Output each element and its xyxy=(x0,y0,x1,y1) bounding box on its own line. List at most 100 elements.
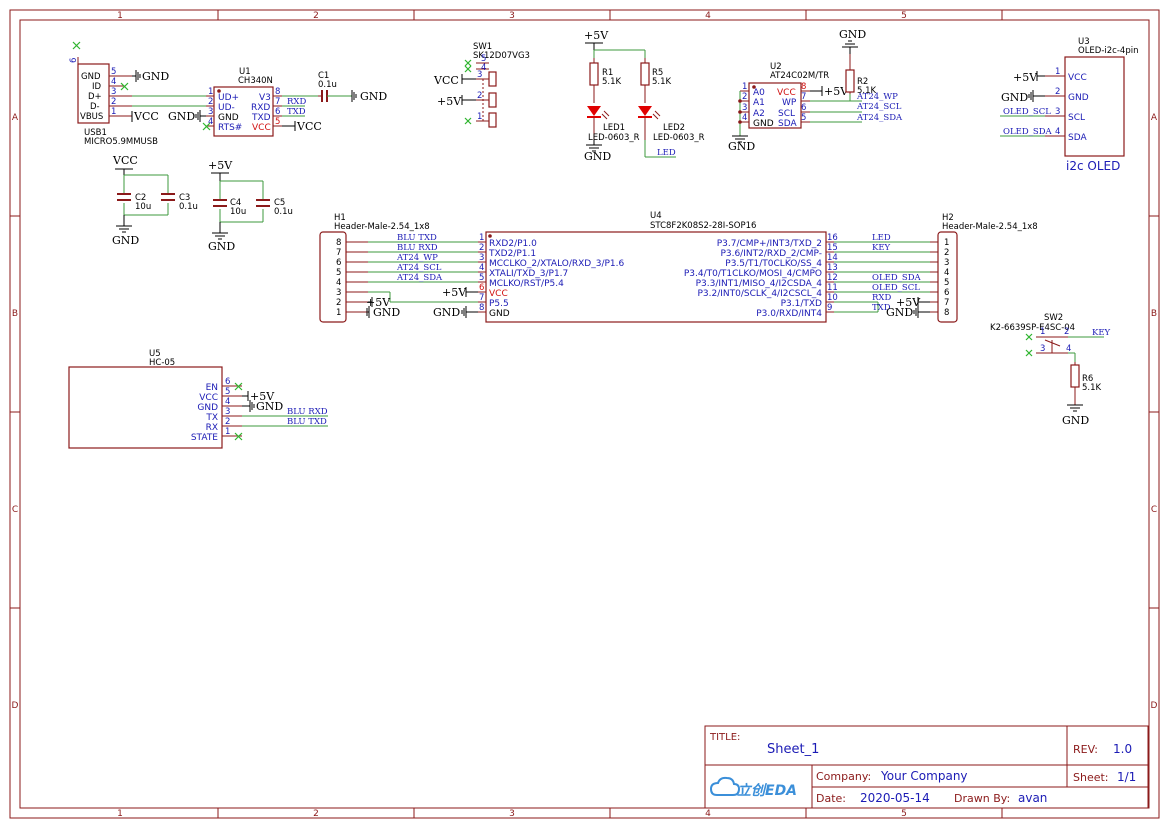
h2-header[interactable]: H2 Header-Male-2.54_1x8 1 2 3 4 5 6 7 8 xyxy=(930,213,1038,323)
u4-pin4-num: 4 xyxy=(479,263,484,273)
c5-capacitor[interactable]: C5 0.1u xyxy=(256,198,293,217)
u4-net-led: LED xyxy=(872,233,891,243)
r2-value: 5.1K xyxy=(857,86,877,96)
u5-pin-vcc: VCC xyxy=(199,393,218,403)
u1-pin2-num: 2 xyxy=(208,97,213,107)
sw2-tactile-switch[interactable]: SW2 K2-6639SP-E4SC-04 1 2 3 4 xyxy=(990,313,1075,354)
h2-pin5: 5 xyxy=(944,278,949,288)
sw2-wires xyxy=(1068,336,1104,362)
cap-group2-gnd-label: GND xyxy=(208,240,235,253)
u2-pin3-num: 3 xyxy=(742,103,747,113)
c2-capacitor[interactable]: C2 10u xyxy=(117,193,151,212)
no-connect-sw2-pin1 xyxy=(1025,333,1033,341)
u3-oled-module[interactable]: U3 OLED-i2c-4pin i2c OLED VCC GND SCL SD… xyxy=(1045,37,1138,173)
u2-pin-a1: A1 xyxy=(753,98,765,108)
u1-ch340n[interactable]: U1 CH340N UD+ UD- GND RTS# 1 2 3 4 V3 RX… xyxy=(206,67,282,137)
date-value: 2020-05-14 xyxy=(860,791,930,805)
c5-value: 0.1u xyxy=(274,207,293,217)
r2-resistor[interactable]: R2 5.1K xyxy=(845,54,877,96)
u2-pin6-num: 6 xyxy=(801,103,806,113)
usb1-pin-vbus-name: VBUS xyxy=(80,112,103,122)
sw1-slide-switch[interactable]: SW1 SK12D07VG3 5 4 3 2 1 xyxy=(473,42,530,128)
c3-capacitor[interactable]: C3 0.1u xyxy=(161,193,198,212)
h2-value: Header-Male-2.54_1x8 xyxy=(942,222,1038,232)
u1-pin-rxd: RXD xyxy=(251,103,270,113)
sw2-value: K2-6639SP-E4SC-04 xyxy=(990,323,1075,333)
sw2-ref: SW2 xyxy=(1044,313,1063,323)
u4-pin11-name: P3.2/INT0/SCLK_4/I2CSCL_4 xyxy=(698,289,823,299)
u5-bluetooth-module[interactable]: U5 HC-05 EN VCC GND TX RX STATE 6 5 4 3 … xyxy=(68,349,242,449)
usb1-pin4-number: 4 xyxy=(111,77,116,87)
u4-ref: U4 xyxy=(650,211,662,221)
usb1-pin-id-name: ID xyxy=(92,82,102,92)
u4-pin7-num: 7 xyxy=(479,293,484,303)
no-connect-sw2-pin3 xyxy=(1025,349,1033,357)
u4-pin2-name: TXD2/P1.1 xyxy=(488,249,536,259)
u1-pin3-num: 3 xyxy=(208,107,213,117)
frame-col-4-top: 4 xyxy=(705,11,711,21)
u2-net-sda: AT24_SDA xyxy=(856,113,903,123)
usb1-vcc-label: VCC xyxy=(133,110,159,123)
title-label: TITLE: xyxy=(709,732,740,743)
cap-group1-vcc-label: VCC xyxy=(112,154,138,167)
frame-col-3-top: 3 xyxy=(509,11,515,21)
u1-pin6-num: 6 xyxy=(275,107,280,117)
u5-net-blu-txd: BLU TXD xyxy=(287,417,327,427)
schematic-sheet: 1 2 3 4 5 1 2 3 4 5 A B C D A B C D TITL… xyxy=(9,9,1160,819)
frame-col-5-bottom: 5 xyxy=(901,809,907,819)
frame-row-b-left: B xyxy=(12,309,18,319)
usb1-pin6-number: 6 xyxy=(69,58,79,63)
u2-pin2-num: 2 xyxy=(742,92,747,102)
company-value: Your Company xyxy=(880,769,968,783)
u4-net-at24-sda: AT24_SDA xyxy=(396,273,443,283)
usb1-pin-gnd-name: GND xyxy=(81,72,101,82)
usb1-pin2-number: 2 xyxy=(111,97,116,107)
u3-gnd-label: GND xyxy=(1001,91,1028,104)
u2-pin-a0: A0 xyxy=(753,88,765,98)
frame-row-c-left: C xyxy=(12,505,18,515)
u2-eeprom[interactable]: U2 AT24C02M/TR A0 A1 A2 GND 1 2 3 4 VCC … xyxy=(740,62,829,129)
no-connect-sw1-pin5 xyxy=(464,59,472,67)
h1-pin7: 7 xyxy=(336,248,341,258)
led-net-label: LED xyxy=(657,148,676,158)
h1-pin6: 6 xyxy=(336,258,341,268)
led2-diode[interactable]: LED2 LED-0603_R xyxy=(638,106,705,143)
u5-pin4-num: 4 xyxy=(225,397,230,407)
h1-value: Header-Male-2.54_1x8 xyxy=(334,222,430,232)
u4-pin12-name: P3.3/INT1/MISO_4/I2CSDA_4 xyxy=(696,279,823,289)
usb1-value: MICRO5.9MMUSB xyxy=(84,137,158,147)
u3-pin2-num: 2 xyxy=(1055,87,1060,97)
u4-pin6-name: VCC xyxy=(489,289,508,299)
c4-value: 10u xyxy=(230,207,246,217)
c1-gnd-symbol xyxy=(351,90,357,102)
u3-net-sda: OLED_SDA xyxy=(1003,127,1053,137)
r6-resistor[interactable]: R6 5.1K xyxy=(1070,362,1102,405)
sw2-net-key: KEY xyxy=(1092,328,1111,338)
h2-pin6: 6 xyxy=(944,288,949,298)
sw1-pin1-num: 1 xyxy=(477,112,482,122)
u4-net-key: KEY xyxy=(872,243,891,253)
cap-group-vcc: VCC C2 10u C3 0.1u GND xyxy=(112,154,198,247)
u2-pin8-num: 8 xyxy=(801,82,806,92)
c1-capacitor[interactable]: C1 0.1u xyxy=(318,71,352,102)
sw1-pin3-num: 3 xyxy=(477,70,482,80)
c4-capacitor[interactable]: C4 10u xyxy=(213,198,246,217)
u1-pin-vcc: VCC xyxy=(252,123,271,133)
frame-col-5-top: 5 xyxy=(901,11,907,21)
frame-col-1-bottom: 1 xyxy=(117,809,123,819)
led1-diode[interactable]: LED1 LED-0603_R xyxy=(587,106,640,143)
u4-mcu[interactable]: U4 STC8F2K08S2-28I-SOP16 RXD2/P1.0 TXD2/… xyxy=(478,211,838,323)
frame-row-a-right: A xyxy=(1151,113,1158,123)
cap-group1-gnd-label: GND xyxy=(112,234,139,247)
u4-pin3-num: 3 xyxy=(479,253,484,263)
u3-net-scl: OLED_SCL xyxy=(1003,107,1051,117)
h1-pin4: 4 xyxy=(336,278,341,288)
u4-pin1-name: RXD2/P1.0 xyxy=(489,239,537,249)
sw1-power-bars xyxy=(461,74,476,105)
u5-pin2-num: 2 xyxy=(225,417,230,427)
c1-value: 0.1u xyxy=(318,80,337,90)
drawn-by-value: avan xyxy=(1018,791,1047,805)
u1-pin-v3: V3 xyxy=(259,93,271,103)
r1-resistor[interactable]: R1 5.1K xyxy=(589,58,622,103)
r5-resistor[interactable]: R5 5.1K xyxy=(640,58,672,103)
